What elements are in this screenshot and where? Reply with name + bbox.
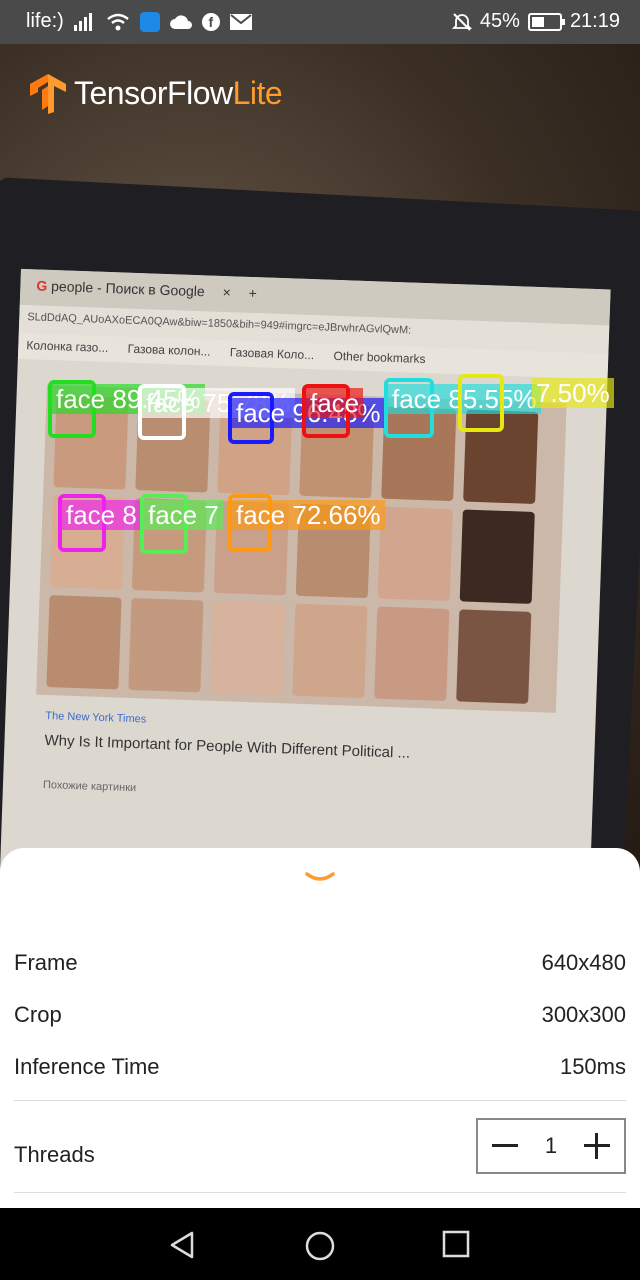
crop-label: Crop <box>14 1002 62 1027</box>
face-photo <box>46 595 122 690</box>
frame-value: 640x480 <box>541 950 626 975</box>
cloud-icon <box>169 14 192 29</box>
detection-label: face <box>306 388 364 418</box>
status-bar: life:) f 45% 21:19 <box>0 0 640 44</box>
threads-value: 1 <box>544 1133 558 1158</box>
mute-icon <box>451 12 472 31</box>
tab-new-icon: + <box>248 284 258 302</box>
inference-time-label: Inference Time <box>14 1054 160 1079</box>
signal-icon <box>73 12 92 31</box>
shield-app-icon <box>139 11 160 32</box>
detection-label: face 72.66% <box>232 500 385 530</box>
divider <box>14 1100 626 1101</box>
frame-label: Frame <box>14 950 78 975</box>
frame-row: Frame 640x480 <box>14 950 626 976</box>
threads-row: Threads <box>14 1142 95 1168</box>
back-icon[interactable] <box>168 1230 198 1260</box>
clock: 21:19 <box>569 10 620 32</box>
detection-label: 7.50% <box>532 378 614 408</box>
bottom-sheet: Frame 640x480 Crop 300x300 Inference Tim… <box>0 848 640 1208</box>
related-images-label: Похожие картинки <box>42 778 137 795</box>
carrier-name: life:) <box>26 10 64 32</box>
battery-percent: 45% <box>479 10 520 32</box>
detection-label: face 8 <box>62 500 141 530</box>
navigation-bar <box>0 1208 640 1280</box>
face-photo <box>456 609 532 704</box>
tensorflow-lite-logo: TensorFlowLite <box>28 72 283 114</box>
crop-row: Crop 300x300 <box>14 1002 626 1028</box>
news-card: The New York Times Why Is It Important f… <box>43 710 506 807</box>
crop-value: 300x300 <box>541 1002 626 1027</box>
laptop-screen: G people - Поиск в Google × + SLdDdAQ_AU… <box>0 268 611 874</box>
plus-icon-vertical <box>595 1133 598 1159</box>
logo-text: TensorFlowLite <box>74 74 283 112</box>
threads-stepper: 1 <box>476 1118 626 1174</box>
minus-icon <box>492 1144 518 1147</box>
face-photo <box>292 603 368 699</box>
news-title: Why Is It Important for People With Diff… <box>44 732 411 762</box>
wifi-icon <box>107 13 129 30</box>
inference-time-value: 150ms <box>559 1054 626 1079</box>
tensorflow-logo-icon <box>30 74 66 114</box>
face-photo <box>210 600 286 696</box>
face-photo <box>459 509 535 604</box>
bookmark-item: Газовая Коло... <box>229 345 315 363</box>
logo-suffix-text: Lite <box>232 74 283 111</box>
detection-box <box>458 374 504 432</box>
face-photo <box>377 506 453 602</box>
battery-icon <box>527 12 565 31</box>
recents-icon[interactable] <box>442 1230 470 1258</box>
battery-fill <box>531 16 544 27</box>
face-photo <box>128 597 204 693</box>
divider <box>14 1192 626 1193</box>
decrement-button[interactable] <box>490 1131 520 1161</box>
bookmark-item: Колонка газо... <box>26 338 109 355</box>
tab-title: people - Поиск в Google <box>50 277 206 300</box>
inference-time-row: Inference Time 150ms <box>14 1054 626 1080</box>
bookmark-item: Газова колон... <box>127 341 211 359</box>
increment-button[interactable] <box>582 1131 612 1161</box>
logo-main-text: TensorFlow <box>74 74 233 111</box>
mail-icon <box>229 13 252 30</box>
face-photo <box>374 606 450 701</box>
tab-close-icon: × <box>222 283 232 301</box>
facebook-icon: f <box>201 12 220 31</box>
home-icon[interactable] <box>304 1230 336 1262</box>
detection-label: face 7 <box>144 500 223 530</box>
camera-preview: G people - Поиск в Google × + SLdDdAQ_AU… <box>0 44 640 874</box>
chevron-down-icon[interactable] <box>304 870 336 886</box>
bookmark-item: Other bookmarks <box>333 348 426 367</box>
threads-label: Threads <box>14 1142 95 1167</box>
